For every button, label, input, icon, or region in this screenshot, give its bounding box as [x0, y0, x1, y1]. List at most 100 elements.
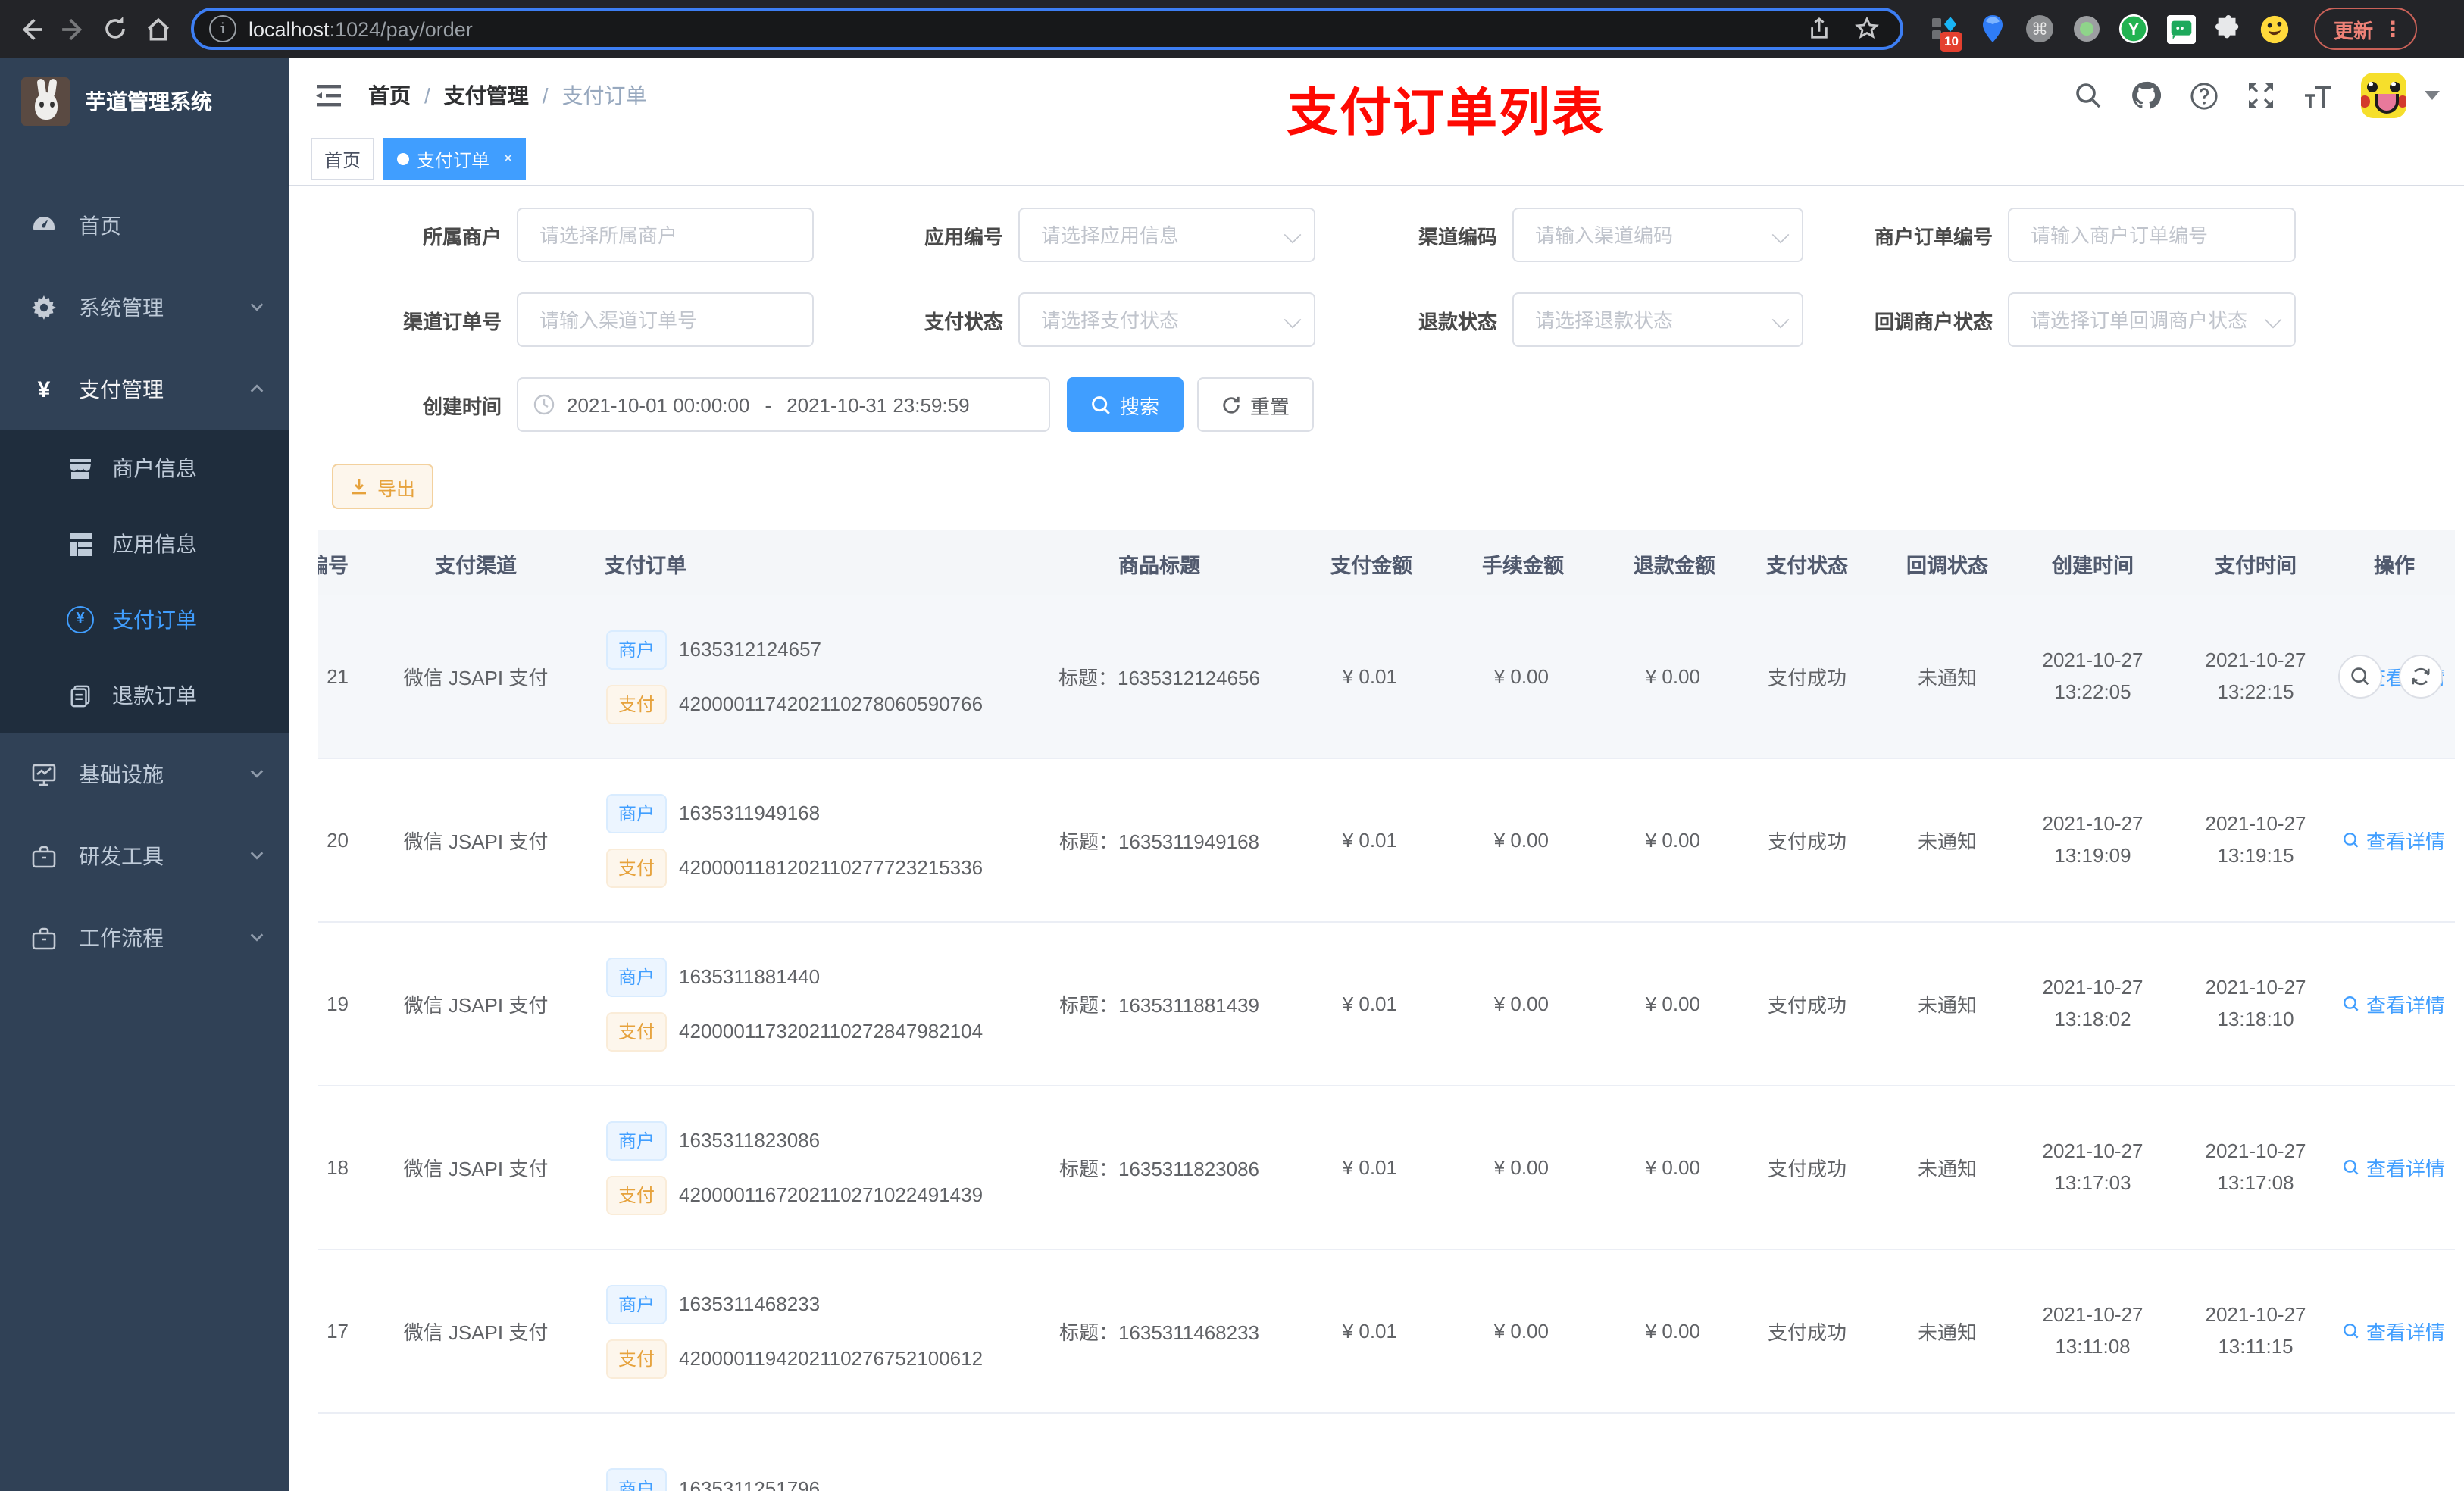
chevron-down-icon — [249, 762, 265, 786]
chevron-down-icon — [249, 844, 265, 868]
orders-table: 编号 支付渠道 支付订单 商品标题 支付金额 手续金额 退款金额 支付状态 回调… — [318, 530, 2458, 1491]
range-start: 2021-10-01 00:00:00 — [567, 393, 750, 416]
search-icon[interactable] — [2073, 80, 2103, 111]
callback-status-filter-select[interactable] — [2008, 292, 2296, 347]
status-badge: 支付成功 — [1728, 758, 1887, 923]
yen-circle-icon: ¥ — [67, 606, 94, 633]
browser-update-button[interactable]: 更新 ⋮ — [2314, 8, 2418, 50]
refund-status-filter-select[interactable] — [1512, 292, 1803, 347]
reset-button[interactable]: 重置 — [1197, 377, 1315, 432]
balloon-extension-icon[interactable] — [1978, 14, 2008, 44]
sidebar-item-label: 研发工具 — [79, 844, 164, 868]
table-row[interactable]: 20 微信 JSAPI 支付 商户 1635311949168 支付 4200001… — [318, 758, 2455, 923]
font-size-icon[interactable] — [2303, 80, 2334, 111]
merchant-no-tag: 商户 — [606, 957, 668, 996]
sidebar-item-refund-order[interactable]: 退款订单 — [0, 658, 289, 733]
merchant-filter-label: 所属商户 — [422, 225, 502, 248]
browser-menu-icon[interactable]: ⋮ — [2382, 16, 2403, 42]
sidebar-item-label: 支付管理 — [79, 377, 164, 402]
help-icon[interactable] — [2188, 80, 2219, 111]
github-icon[interactable] — [2131, 80, 2161, 111]
refresh-table-button[interactable] — [2399, 655, 2443, 699]
shop-icon — [67, 457, 94, 480]
app-logo[interactable]: 芋道管理系统 — [0, 58, 289, 145]
col-fee: 手续金额 — [1424, 530, 1576, 595]
share-icon[interactable] — [1800, 11, 1837, 47]
breadcrumb-home[interactable]: 首页 — [368, 80, 411, 111]
table-row[interactable]: 17 微信 JSAPI 支付 商户 1635311468233 支付 4200001… — [318, 1249, 2455, 1414]
sidebar-item-label: 退款订单 — [112, 683, 197, 708]
sidebar-item-label: 基础设施 — [79, 762, 164, 786]
show-search-toggle-button[interactable] — [2338, 655, 2382, 699]
fullscreen-icon[interactable] — [2246, 80, 2276, 111]
view-detail-link[interactable]: 查看详情 — [2344, 1317, 2445, 1346]
tag-home[interactable]: 首页 — [311, 138, 375, 180]
app-filter-select[interactable] — [1018, 208, 1315, 262]
table-header-row: 编号 支付渠道 支付订单 商品标题 支付金额 手续金额 退款金额 支付状态 回调… — [318, 530, 2455, 595]
tag-pay-order[interactable]: 支付订单 × — [383, 138, 527, 180]
address-bar[interactable]: i localhost:1024/pay/order — [191, 8, 1903, 50]
user-avatar[interactable] — [2361, 73, 2406, 118]
create-time-range-picker[interactable]: 2021-10-01 00:00:00 - 2021-10-31 23:59:5… — [517, 377, 1050, 432]
sketch-extension-icon[interactable]: 10 — [1931, 14, 1963, 51]
table-row-partial[interactable]: 商户 1635311251796 — [318, 1413, 2455, 1491]
update-label: 更新 — [2334, 19, 2374, 42]
sidebar-item-app-info[interactable]: 应用信息 — [0, 506, 289, 582]
view-detail-link[interactable]: 查看详情 — [2344, 1153, 2445, 1182]
table-row[interactable]: 18 微信 JSAPI 支付 商户 1635311823086 支付 4200001… — [318, 1086, 2455, 1250]
extensions-row: 10 ⌘ Y — [1931, 14, 2290, 51]
forward-icon[interactable] — [55, 11, 91, 47]
sidebar-item-payment[interactable]: ¥ 支付管理 — [0, 349, 289, 430]
app-filter-label: 应用编号 — [924, 225, 1003, 248]
merchant-order-no-filter-input[interactable] — [2008, 208, 2296, 262]
document-icon — [67, 684, 94, 707]
close-tag-icon[interactable]: × — [503, 150, 513, 168]
record-extension-icon[interactable] — [2072, 14, 2102, 44]
sidebar-item-home[interactable]: 首页 — [0, 185, 289, 267]
col-refund: 退款金额 — [1576, 530, 1728, 595]
collapse-sidebar-icon[interactable] — [314, 80, 344, 111]
sidebar-item-workflow[interactable]: 工作流程 — [0, 897, 289, 979]
sidebar-item-infra[interactable]: 基础设施 — [0, 733, 289, 815]
chat-extension-icon[interactable] — [2165, 14, 2196, 44]
reload-icon[interactable] — [97, 11, 133, 47]
pay-status-filter-select[interactable] — [1018, 292, 1315, 347]
range-end: 2021-10-31 23:59:59 — [786, 393, 970, 416]
table-row[interactable]: 21 微信 JSAPI 支付 商户 1635312124657 支付 4200001… — [318, 595, 2455, 759]
y-extension-icon[interactable]: Y — [2118, 14, 2149, 44]
col-actions: 操作 — [2334, 530, 2455, 595]
sidebar-item-label: 应用信息 — [112, 532, 197, 556]
col-notify: 回调状态 — [1887, 530, 2008, 595]
extension-badge: 10 — [1940, 32, 1963, 51]
sidebar-item-system[interactable]: 系统管理 — [0, 267, 289, 349]
export-button[interactable]: 导出 — [332, 464, 434, 509]
channel-code-filter-select[interactable] — [1512, 208, 1803, 262]
merchant-filter-input[interactable] — [517, 208, 814, 262]
refund-status-filter-label: 退款状态 — [1418, 310, 1497, 333]
channel-order-no-filter-label: 渠道订单号 — [402, 310, 502, 333]
sidebar-item-label: 工作流程 — [79, 926, 164, 950]
svg-text:Y: Y — [2128, 20, 2140, 39]
view-detail-link[interactable]: 查看详情 — [2344, 989, 2445, 1018]
url-text[interactable]: localhost:1024/pay/order — [249, 17, 1788, 40]
avatar-caret-icon[interactable] — [2425, 91, 2440, 100]
emoji-extension-icon[interactable] — [2259, 14, 2290, 44]
sidebar-item-dev-tools[interactable]: 研发工具 — [0, 815, 289, 897]
search-button[interactable]: 搜索 — [1067, 377, 1184, 432]
bookmark-star-icon[interactable] — [1849, 11, 1885, 47]
pay-no-tag: 支付 — [606, 1175, 668, 1214]
dashboard-icon — [30, 214, 58, 238]
view-detail-link[interactable]: 查看详情 — [2344, 826, 2445, 855]
site-info-icon[interactable]: i — [209, 15, 236, 42]
command-extension-icon[interactable]: ⌘ — [2025, 14, 2055, 44]
table-row[interactable]: 19 微信 JSAPI 支付 商户 1635311881440 支付 4200001… — [318, 922, 2455, 1086]
channel-order-no-filter-input[interactable] — [517, 292, 814, 347]
breadcrumb-payment[interactable]: 支付管理 — [444, 80, 529, 111]
app-title: 芋道管理系统 — [85, 89, 212, 114]
puzzle-extension-icon[interactable] — [2212, 14, 2243, 44]
sidebar-item-merchant-info[interactable]: 商户信息 — [0, 430, 289, 506]
home-icon[interactable] — [139, 11, 176, 47]
back-icon[interactable] — [12, 11, 48, 47]
breadcrumb: 首页 / 支付管理 / 支付订单 — [368, 80, 647, 111]
sidebar-item-pay-order[interactable]: ¥ 支付订单 — [0, 582, 289, 658]
